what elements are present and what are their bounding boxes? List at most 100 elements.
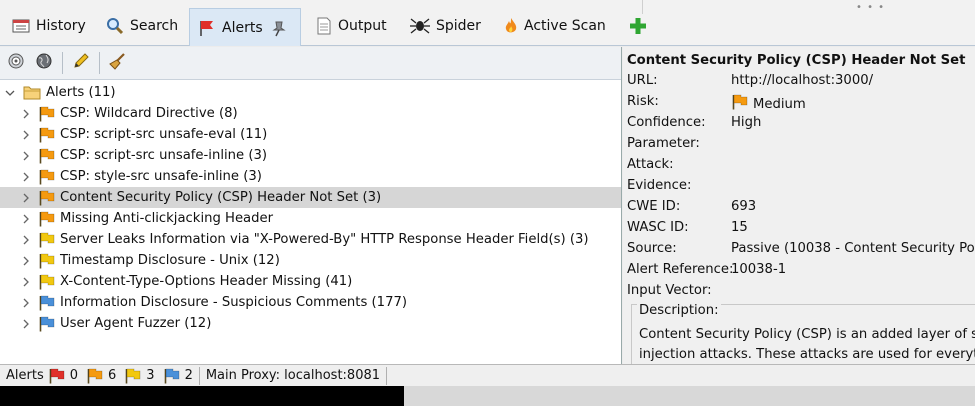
chevron-right-icon[interactable] xyxy=(20,129,32,141)
globe-button[interactable] xyxy=(32,51,56,75)
field-value: Medium xyxy=(753,96,806,112)
medium-risk-flag-icon xyxy=(38,127,56,143)
tab-label: Search xyxy=(130,18,179,34)
medium-count: 6 xyxy=(108,368,117,383)
chevron-right-icon[interactable] xyxy=(20,171,32,183)
medium-risk-flag-icon xyxy=(38,106,56,122)
tree-row-label: Information Disclosure - Suspicious Comm… xyxy=(60,295,407,310)
tree-row-label: CSP: style-src unsafe-inline (3) xyxy=(60,169,262,184)
field-value-wrap: 15 xyxy=(731,220,748,235)
tree-root[interactable]: Alerts (11) xyxy=(0,82,621,103)
field-key: Attack: xyxy=(627,157,674,172)
output-icon xyxy=(316,17,332,35)
field-key: Risk: xyxy=(627,94,659,109)
alerts-status-label: Alerts xyxy=(6,368,44,383)
tree-row[interactable]: CSP: script-src unsafe-eval (11) xyxy=(0,124,621,145)
chevron-right-icon[interactable] xyxy=(20,255,32,267)
add-tab-button[interactable] xyxy=(620,8,656,44)
tree-row-label: CSP: Wildcard Directive (8) xyxy=(60,106,238,121)
low-flag-icon xyxy=(124,368,142,384)
tab-history[interactable]: History xyxy=(4,8,94,44)
tree-row[interactable]: CSP: script-src unsafe-inline (3) xyxy=(0,145,621,166)
search-icon xyxy=(106,17,124,35)
field-value: Passive (10038 - Content Security Polic xyxy=(731,241,975,256)
medium-risk-flag-icon xyxy=(38,211,56,227)
globe-icon xyxy=(35,52,53,74)
window-background xyxy=(404,386,975,406)
field-key: WASC ID: xyxy=(627,220,689,235)
field-value: High xyxy=(731,115,762,130)
low-count: 3 xyxy=(146,368,155,383)
proxy-status: Main Proxy: localhost:8081 xyxy=(200,365,386,387)
alerts-flag-icon xyxy=(198,19,216,37)
tree-row-label: Missing Anti-clickjacking Header xyxy=(60,211,274,226)
tree-row[interactable]: Content Security Policy (CSP) Header Not… xyxy=(0,187,621,208)
chevron-right-icon[interactable] xyxy=(20,213,32,225)
chevron-right-icon[interactable] xyxy=(20,192,32,204)
alerts-tree-panel: Alerts (11) CSP: Wildcard Directive (8) C… xyxy=(0,47,622,364)
clear-alerts-button[interactable] xyxy=(106,51,130,75)
medium-risk-flag-icon xyxy=(38,169,56,185)
history-icon xyxy=(12,18,30,34)
tree-row[interactable]: CSP: style-src unsafe-inline (3) xyxy=(0,166,621,187)
field-key: Parameter: xyxy=(627,136,700,151)
tab-active-scan[interactable]: Active Scan xyxy=(496,8,614,44)
low-risk-flag-icon xyxy=(38,253,56,269)
description-line: injection attacks. These attacks are use… xyxy=(639,347,975,362)
tree-row[interactable]: Information Disclosure - Suspicious Comm… xyxy=(0,292,621,313)
chevron-down-icon[interactable] xyxy=(4,87,16,99)
field-value: 693 xyxy=(731,199,757,214)
broom-icon xyxy=(109,52,127,74)
status-bar: Alerts 0 6 3 2 Main Proxy: localhost:808… xyxy=(0,364,975,386)
info-risk-flag-icon xyxy=(38,295,56,311)
tab-spider[interactable]: Spider xyxy=(402,8,489,44)
tab-label: Output xyxy=(338,18,387,34)
tree-row-label: X-Content-Type-Options Header Missing (4… xyxy=(60,274,353,289)
chevron-right-icon[interactable] xyxy=(20,234,32,246)
low-risk-flag-icon xyxy=(38,232,56,248)
alerts-toolbar xyxy=(0,47,621,80)
chevron-right-icon[interactable] xyxy=(20,276,32,288)
filter-button[interactable] xyxy=(4,51,28,75)
status-divider xyxy=(386,366,388,385)
edit-alert-button[interactable] xyxy=(69,51,93,75)
alert-counts: Alerts 0 6 3 2 xyxy=(0,365,199,387)
tree-row-label: Content Security Policy (CSP) Header Not… xyxy=(60,190,382,205)
pin-icon[interactable] xyxy=(269,19,287,37)
tab-search[interactable]: Search xyxy=(98,8,186,44)
tab-label: Active Scan xyxy=(524,18,606,34)
chevron-right-icon[interactable] xyxy=(20,150,32,162)
tab-output[interactable]: Output xyxy=(308,8,395,44)
field-key: Input Vector: xyxy=(627,283,712,298)
info-count: 2 xyxy=(184,368,193,383)
tree-row[interactable]: User Agent Fuzzer (12) xyxy=(0,313,621,334)
tree-row-label: User Agent Fuzzer (12) xyxy=(60,316,212,331)
field-key: URL: xyxy=(627,73,658,88)
tab-label: Spider xyxy=(436,18,481,34)
chevron-right-icon[interactable] xyxy=(20,318,32,330)
field-value-wrap: 10038-1 xyxy=(731,262,786,277)
field-value-wrap: Passive (10038 - Content Security Polic xyxy=(731,241,975,256)
high-flag-icon xyxy=(48,368,66,384)
chevron-right-icon[interactable] xyxy=(20,108,32,120)
field-key: CWE ID: xyxy=(627,199,681,214)
spider-icon xyxy=(410,17,430,35)
tree-row[interactable]: Server Leaks Information via "X-Powered-… xyxy=(0,229,621,250)
field-value: 15 xyxy=(731,220,748,235)
tab-label: Alerts xyxy=(222,19,263,36)
tree-row[interactable]: CSP: Wildcard Directive (8) xyxy=(0,103,621,124)
drag-grip-icon[interactable]: • • • xyxy=(856,2,885,13)
alert-details-panel: Content Security Policy (CSP) Header Not… xyxy=(623,47,975,364)
chevron-right-icon[interactable] xyxy=(20,297,32,309)
medium-risk-flag-icon xyxy=(731,94,749,114)
field-value-wrap: 693 xyxy=(731,199,756,214)
tree-row[interactable]: Timestamp Disclosure - Unix (12) xyxy=(0,250,621,271)
alert-title: Content Security Policy (CSP) Header Not… xyxy=(627,53,966,68)
low-risk-flag-icon xyxy=(38,274,56,290)
tree-row[interactable]: Missing Anti-clickjacking Header xyxy=(0,208,621,229)
description-text: Content Security Policy (CSP) is an adde… xyxy=(639,325,975,364)
tab-alerts[interactable]: Alerts xyxy=(189,8,301,46)
tree-root-label: Alerts (11) xyxy=(46,85,116,100)
tree-row[interactable]: X-Content-Type-Options Header Missing (4… xyxy=(0,271,621,292)
high-count: 0 xyxy=(69,368,78,383)
